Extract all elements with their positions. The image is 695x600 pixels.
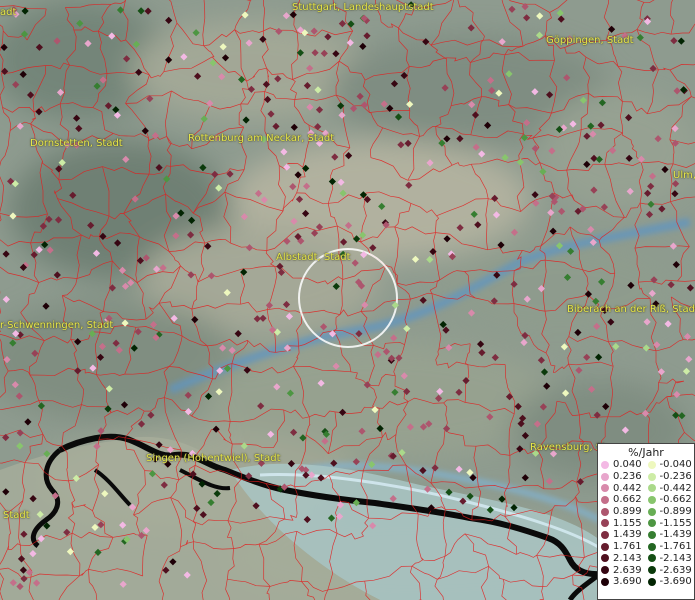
legend-swatch — [601, 542, 609, 551]
legend-negative-column: -0.040 -0.236 -0.442 -0.662 -0.899 -1.155 -1.4… — [647, 459, 695, 588]
legend-swatch — [647, 554, 656, 563]
legend-swatch — [647, 460, 656, 469]
legend-row: -0.040 — [647, 459, 695, 471]
terrain-layer — [0, 0, 695, 600]
legend-swatch — [647, 577, 656, 586]
legend-label: 0.236 — [613, 471, 642, 483]
legend-label: 1.439 — [613, 529, 642, 541]
legend-swatch — [647, 484, 656, 493]
legend-swatch — [601, 566, 609, 575]
legend-row: 3.690 — [601, 576, 648, 588]
legend-label: -1.761 — [659, 541, 692, 553]
legend-swatch — [647, 519, 656, 528]
legend-row: 2.639 — [601, 564, 648, 576]
legend-row: -2.639 — [647, 564, 695, 576]
legend-row: -1.761 — [647, 541, 695, 553]
legend-title: %/Jahr — [628, 446, 664, 459]
city-label: adt — [0, 7, 17, 18]
city-label: Ravensburg, St — [530, 442, 607, 453]
legend-swatch — [601, 507, 609, 516]
city-label: Ulm, — [673, 170, 695, 181]
legend-swatch — [601, 554, 609, 563]
legend-label: 0.662 — [613, 494, 642, 506]
legend-label: 1.155 — [613, 517, 642, 529]
legend: %/Jahr 0.040 0.236 0.442 0.662 0.899 1.155 1.4… — [597, 443, 695, 600]
city-label: Dornstetten, Stadt — [30, 138, 123, 149]
legend-row: 1.439 — [601, 529, 648, 541]
city-label: Göppingen, Stadt — [546, 35, 634, 46]
legend-swatch — [647, 530, 656, 539]
legend-swatch — [601, 472, 609, 481]
city-label: Rottenburg am Neckar, Stadt — [188, 133, 335, 144]
legend-row: -1.155 — [647, 517, 695, 529]
legend-label: 2.143 — [613, 552, 642, 564]
legend-label: -0.899 — [659, 506, 692, 518]
legend-swatch — [601, 495, 609, 504]
legend-row: -0.442 — [647, 482, 695, 494]
legend-row: 0.236 — [601, 471, 648, 483]
legend-swatch — [647, 542, 656, 551]
legend-label: 1.761 — [613, 541, 642, 553]
map-view[interactable]: Stuttgart, Landeshauptstadt Göppingen, St… — [0, 0, 695, 600]
legend-swatch — [601, 530, 609, 539]
legend-row: -0.899 — [647, 506, 695, 518]
legend-row: 0.662 — [601, 494, 648, 506]
city-label: Albstadt, Stadt — [276, 252, 351, 263]
legend-swatch — [647, 507, 656, 516]
legend-label: -1.155 — [659, 517, 692, 529]
city-label: Stadt — [3, 510, 30, 521]
legend-row: 0.040 — [601, 459, 648, 471]
legend-swatch — [601, 484, 609, 493]
legend-row: 2.143 — [601, 553, 648, 565]
legend-row: -1.439 — [647, 529, 695, 541]
legend-label: -3.690 — [659, 576, 692, 588]
legend-row: -0.662 — [647, 494, 695, 506]
legend-label: -2.639 — [659, 564, 692, 576]
legend-row: -0.236 — [647, 471, 695, 483]
city-label: Singen (Hohentwiel), Stadt — [146, 453, 281, 464]
legend-swatch — [647, 472, 656, 481]
legend-swatch — [601, 460, 609, 469]
legend-label: -0.442 — [659, 482, 692, 494]
legend-label: 0.442 — [613, 482, 642, 494]
legend-row: 0.899 — [601, 506, 648, 518]
legend-label: 3.690 — [613, 576, 642, 588]
legend-swatch — [601, 577, 609, 586]
city-label: r-Schwenningen, Stadt — [0, 320, 114, 331]
legend-row: 1.155 — [601, 517, 648, 529]
legend-row: -2.143 — [647, 552, 695, 565]
legend-swatch — [647, 495, 656, 504]
legend-swatch — [601, 519, 609, 528]
legend-label: -0.040 — [659, 459, 692, 471]
legend-swatch — [647, 566, 656, 575]
legend-label: -0.236 — [659, 471, 692, 483]
legend-label: 0.040 — [613, 459, 642, 471]
legend-label: 0.899 — [613, 506, 642, 518]
city-label: Biberach an der Riß, Stadt — [567, 304, 695, 315]
legend-row: -3.690 — [647, 576, 695, 588]
legend-row: 1.761 — [601, 541, 648, 553]
legend-label: -1.439 — [659, 529, 692, 541]
legend-positive-column: 0.040 0.236 0.442 0.662 0.899 1.155 1.439 1.761… — [601, 459, 648, 588]
legend-label: -2.143 — [659, 552, 692, 564]
legend-label: -0.662 — [659, 494, 692, 506]
legend-label: 2.639 — [613, 564, 642, 576]
city-label: Stuttgart, Landeshauptstadt — [292, 2, 434, 13]
legend-row: 0.442 — [601, 482, 648, 494]
